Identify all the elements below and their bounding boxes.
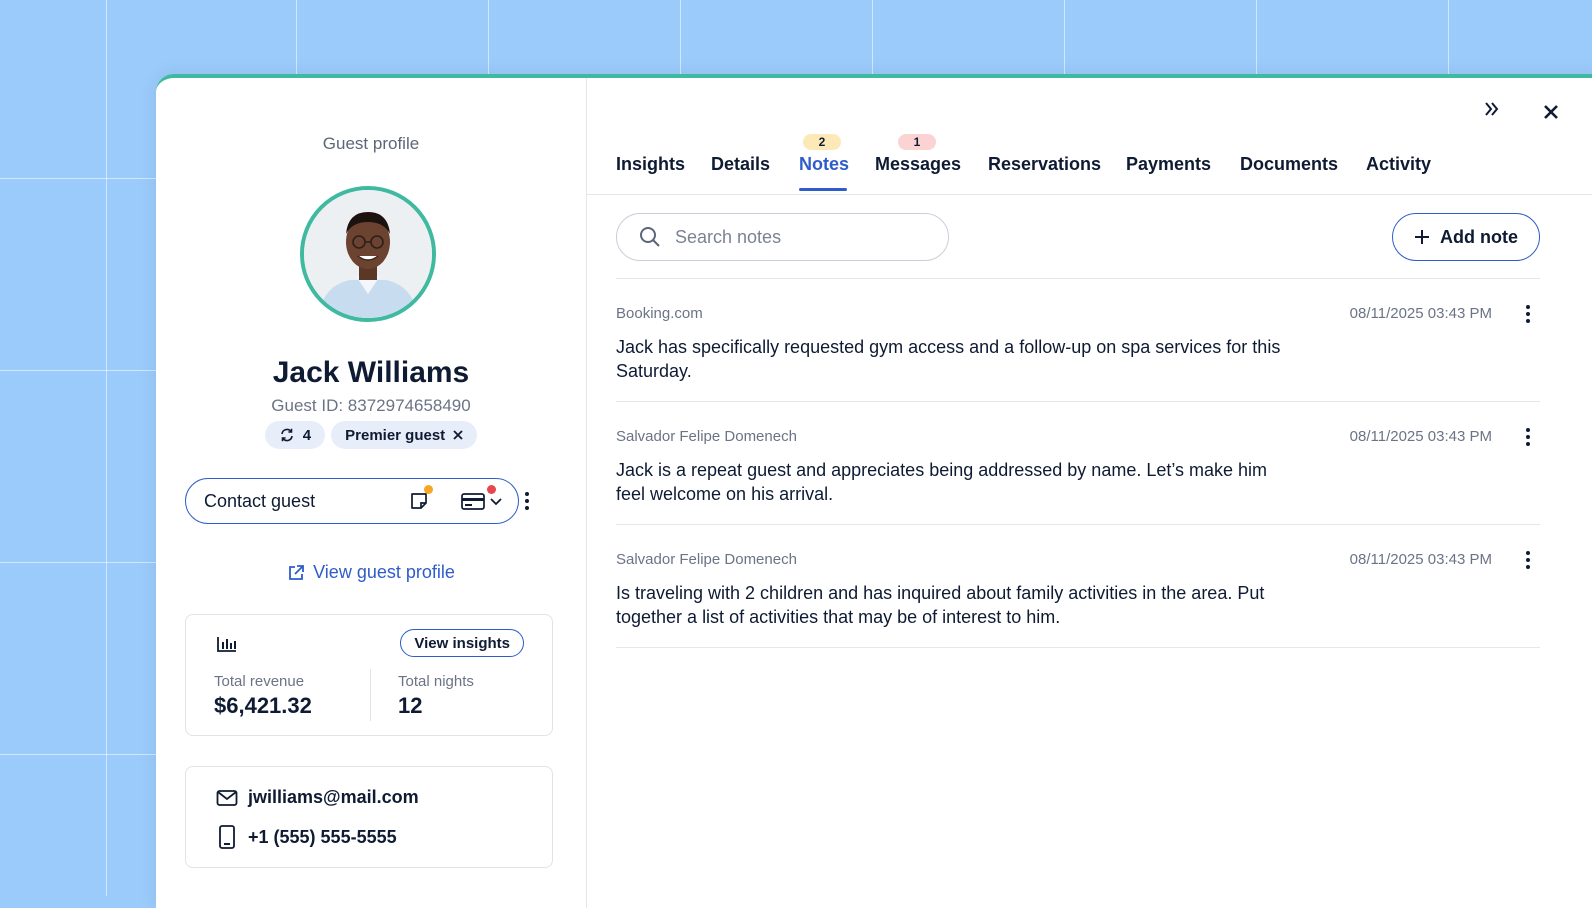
external-link-icon [289,564,305,580]
note-item: Booking.com 08/11/2025 03:43 PM Jack has… [616,278,1540,402]
guest-profile-panel: Guest profile Jack Williams Guest ID: 83… [156,78,587,908]
note-more-menu-icon[interactable] [1526,428,1530,446]
mobile-phone-icon [219,825,235,849]
guest-drawer: Guest profile Jack Williams Guest ID: 83… [156,74,1592,908]
total-revenue-value: $6,421.32 [214,693,312,718]
note-text: Is traveling with 2 children and has inq… [616,583,1265,627]
chevron-down-icon [490,498,502,506]
total-nights-label: Total nights [398,673,474,690]
plus-icon [1415,230,1429,244]
stays-count-chip: 4 [264,421,326,449]
stays-count: 4 [302,426,312,444]
note-source: Salvador Felipe Domenech [616,551,797,568]
add-note-label: Add note [1440,226,1518,247]
notes-list-end-divider [616,647,1540,648]
search-notes-input[interactable]: Search notes [616,213,949,261]
tab-payments[interactable]: Payments [1126,154,1211,175]
guest-phone[interactable]: +1 (555) 555-5555 [248,827,397,848]
add-note-button[interactable]: Add note [1392,213,1540,261]
messages-count-badge: 1 [898,134,936,150]
total-nights-value: 12 [398,693,423,718]
note-more-menu-icon[interactable] [1526,305,1530,323]
tab-activity[interactable]: Activity [1366,154,1431,175]
notes-count-badge: 2 [803,134,841,150]
note-source: Booking.com [616,305,703,322]
contact-guest-button[interactable]: Contact guest [185,478,519,524]
note-date: 08/11/2025 03:43 PM [1349,305,1492,322]
payment-card-dropdown[interactable] [461,485,502,511]
note-date: 08/11/2025 03:43 PM [1349,551,1492,568]
mail-icon [216,789,238,806]
note-item: Salvador Felipe Domenech 08/11/2025 03:4… [616,524,1540,648]
guest-email[interactable]: jwilliams@mail.com [248,787,419,808]
tab-notes[interactable]: Notes [799,154,849,175]
total-revenue-label: Total revenue [214,673,305,690]
guest-id: Guest ID: 8372974658490 [271,396,471,415]
tab-insights[interactable]: Insights [616,154,685,175]
note-alert-dot [424,485,433,494]
note-text: Jack has specifically requested gym acce… [616,337,1281,381]
contact-info-card: jwilliams@mail.com +1 (555) 555-5555 [185,766,553,868]
insights-card: View insights Total revenue $6,421.32 To… [185,614,553,736]
note-date: 08/11/2025 03:43 PM [1349,428,1492,445]
notes-panel: Insights Details 2 Notes 1 Messages Rese… [587,78,1592,908]
contact-more-menu-icon[interactable] [525,492,529,510]
sticky-note-icon [411,493,427,509]
repeat-icon [281,428,293,442]
tab-details[interactable]: Details [711,154,770,175]
note-item: Salvador Felipe Domenech 08/11/2025 03:4… [616,401,1540,525]
guest-tags: 4 Premier guest [156,421,586,449]
tab-reservations[interactable]: Reservations [988,154,1101,175]
contact-guest-label: Contact guest [204,490,316,511]
view-insights-button[interactable]: View insights [400,629,524,657]
tab-messages[interactable]: Messages [875,154,961,175]
credit-card-icon [461,493,485,510]
tab-bar: Insights Details 2 Notes 1 Messages Rese… [587,78,1592,195]
search-placeholder: Search notes [675,226,782,247]
grid-line [106,0,107,896]
payment-alert-dot [487,485,496,494]
remove-tag-icon[interactable] [453,430,463,440]
active-tab-indicator [799,188,847,191]
note-more-menu-icon[interactable] [1526,551,1530,569]
bar-chart-icon [217,637,236,652]
search-icon [640,227,660,247]
stat-divider [370,669,371,721]
premier-guest-label: Premier guest [345,426,446,444]
view-guest-profile-link[interactable]: View guest profile [156,562,586,583]
phone-row: +1 (555) 555-5555 [216,825,397,849]
guest-name: Jack Williams [272,356,470,389]
guest-photo-icon [304,190,432,318]
email-row: jwilliams@mail.com [216,787,419,808]
premier-guest-chip: Premier guest [331,421,478,449]
note-source: Salvador Felipe Domenech [616,428,797,445]
note-button[interactable] [409,485,433,511]
note-text: Jack is a repeat guest and appreciates b… [616,460,1268,504]
avatar [300,186,436,322]
view-guest-profile-label: View guest profile [313,562,455,582]
tab-documents[interactable]: Documents [1240,154,1338,175]
profile-heading: Guest profile [322,134,420,153]
